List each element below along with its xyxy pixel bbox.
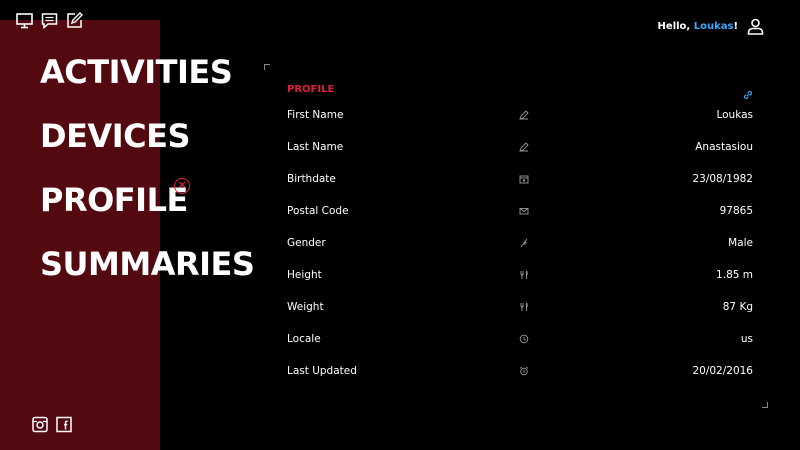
calendar-icon	[519, 174, 529, 184]
panel-corner-top-left	[264, 64, 270, 70]
pencil-icon[interactable]	[519, 142, 529, 152]
profile-fields: First Name Loukas Last Name Anastasiou B…	[287, 99, 753, 387]
chat-icon[interactable]	[41, 12, 58, 29]
field-value: Male	[728, 237, 753, 249]
profile-row-locale: Locale us	[287, 323, 753, 355]
cutlery-icon	[519, 270, 529, 280]
field-label: Height	[287, 269, 322, 281]
field-label: Locale	[287, 333, 321, 345]
nav-item-summaries[interactable]: SUMMARIES	[40, 232, 255, 296]
field-value: Loukas	[716, 109, 753, 121]
nav-item-devices[interactable]: DEVICES	[40, 104, 254, 168]
top-toolbar	[16, 12, 83, 29]
pencil-icon[interactable]	[519, 110, 529, 120]
user-icon[interactable]	[747, 18, 764, 35]
alarm-icon	[519, 366, 529, 376]
greeting-prefix: Hello,	[657, 21, 694, 32]
profile-row-height: Height 1.85 m	[287, 259, 753, 291]
clock-icon	[519, 334, 529, 344]
nav-item-label: DEVICES	[40, 117, 190, 155]
profile-row-weight: Weight 87 Kg	[287, 291, 753, 323]
main-navigation: ACTIVITIES DEVICES PROFILE × SUMMARIES	[40, 40, 255, 296]
username-link[interactable]: Loukas	[694, 21, 734, 32]
greeting: Hello, Loukas!	[658, 21, 738, 32]
field-value: 23/08/1982	[692, 173, 753, 185]
feather-icon	[519, 238, 529, 248]
field-value: Anastasiou	[695, 141, 753, 153]
facebook-icon[interactable]	[56, 416, 72, 432]
link-icon[interactable]	[743, 85, 753, 100]
field-value: us	[740, 333, 753, 345]
field-label: Weight	[287, 301, 324, 313]
envelope-icon	[519, 206, 529, 216]
nav-item-profile[interactable]: PROFILE ×	[40, 168, 254, 232]
active-close-icon[interactable]: ×	[174, 178, 190, 194]
field-value: 20/02/2016	[692, 365, 753, 377]
profile-panel: PROFILE First Name Loukas Last Name Anas…	[287, 84, 753, 388]
greeting-suffix: !	[733, 21, 738, 32]
profile-row-first-name: First Name Loukas	[287, 99, 753, 131]
nav-item-label: ACTIVITIES	[40, 53, 233, 91]
profile-panel-header: PROFILE	[287, 84, 753, 100]
field-label: Birthdate	[287, 173, 336, 185]
field-label: Gender	[287, 237, 326, 249]
social-links	[32, 416, 72, 432]
edit-icon[interactable]	[66, 12, 83, 29]
nav-item-label: PROFILE	[40, 181, 188, 219]
desktop-icon[interactable]	[16, 12, 33, 29]
profile-row-gender: Gender Male	[287, 227, 753, 259]
profile-row-last-name: Last Name Anastasiou	[287, 131, 753, 163]
instagram-icon[interactable]	[32, 416, 48, 432]
panel-title: PROFILE	[287, 84, 335, 95]
profile-row-postal-code: Postal Code 97865	[287, 195, 753, 227]
nav-item-activities[interactable]: ACTIVITIES	[40, 40, 254, 104]
field-label: Last Name	[287, 141, 344, 153]
field-label: Last Updated	[287, 365, 357, 377]
field-label: Postal Code	[287, 205, 349, 217]
nav-item-label: SUMMARIES	[40, 245, 255, 283]
profile-row-last-updated: Last Updated 20/02/2016	[287, 355, 753, 387]
field-value: 97865	[719, 205, 753, 217]
field-label: First Name	[287, 109, 344, 121]
profile-row-birthdate: Birthdate 23/08/1982	[287, 163, 753, 195]
panel-corner-bottom-right	[762, 402, 768, 408]
cutlery-icon	[519, 302, 529, 312]
field-value: 1.85 m	[716, 269, 753, 281]
field-value: 87 Kg	[722, 301, 753, 313]
